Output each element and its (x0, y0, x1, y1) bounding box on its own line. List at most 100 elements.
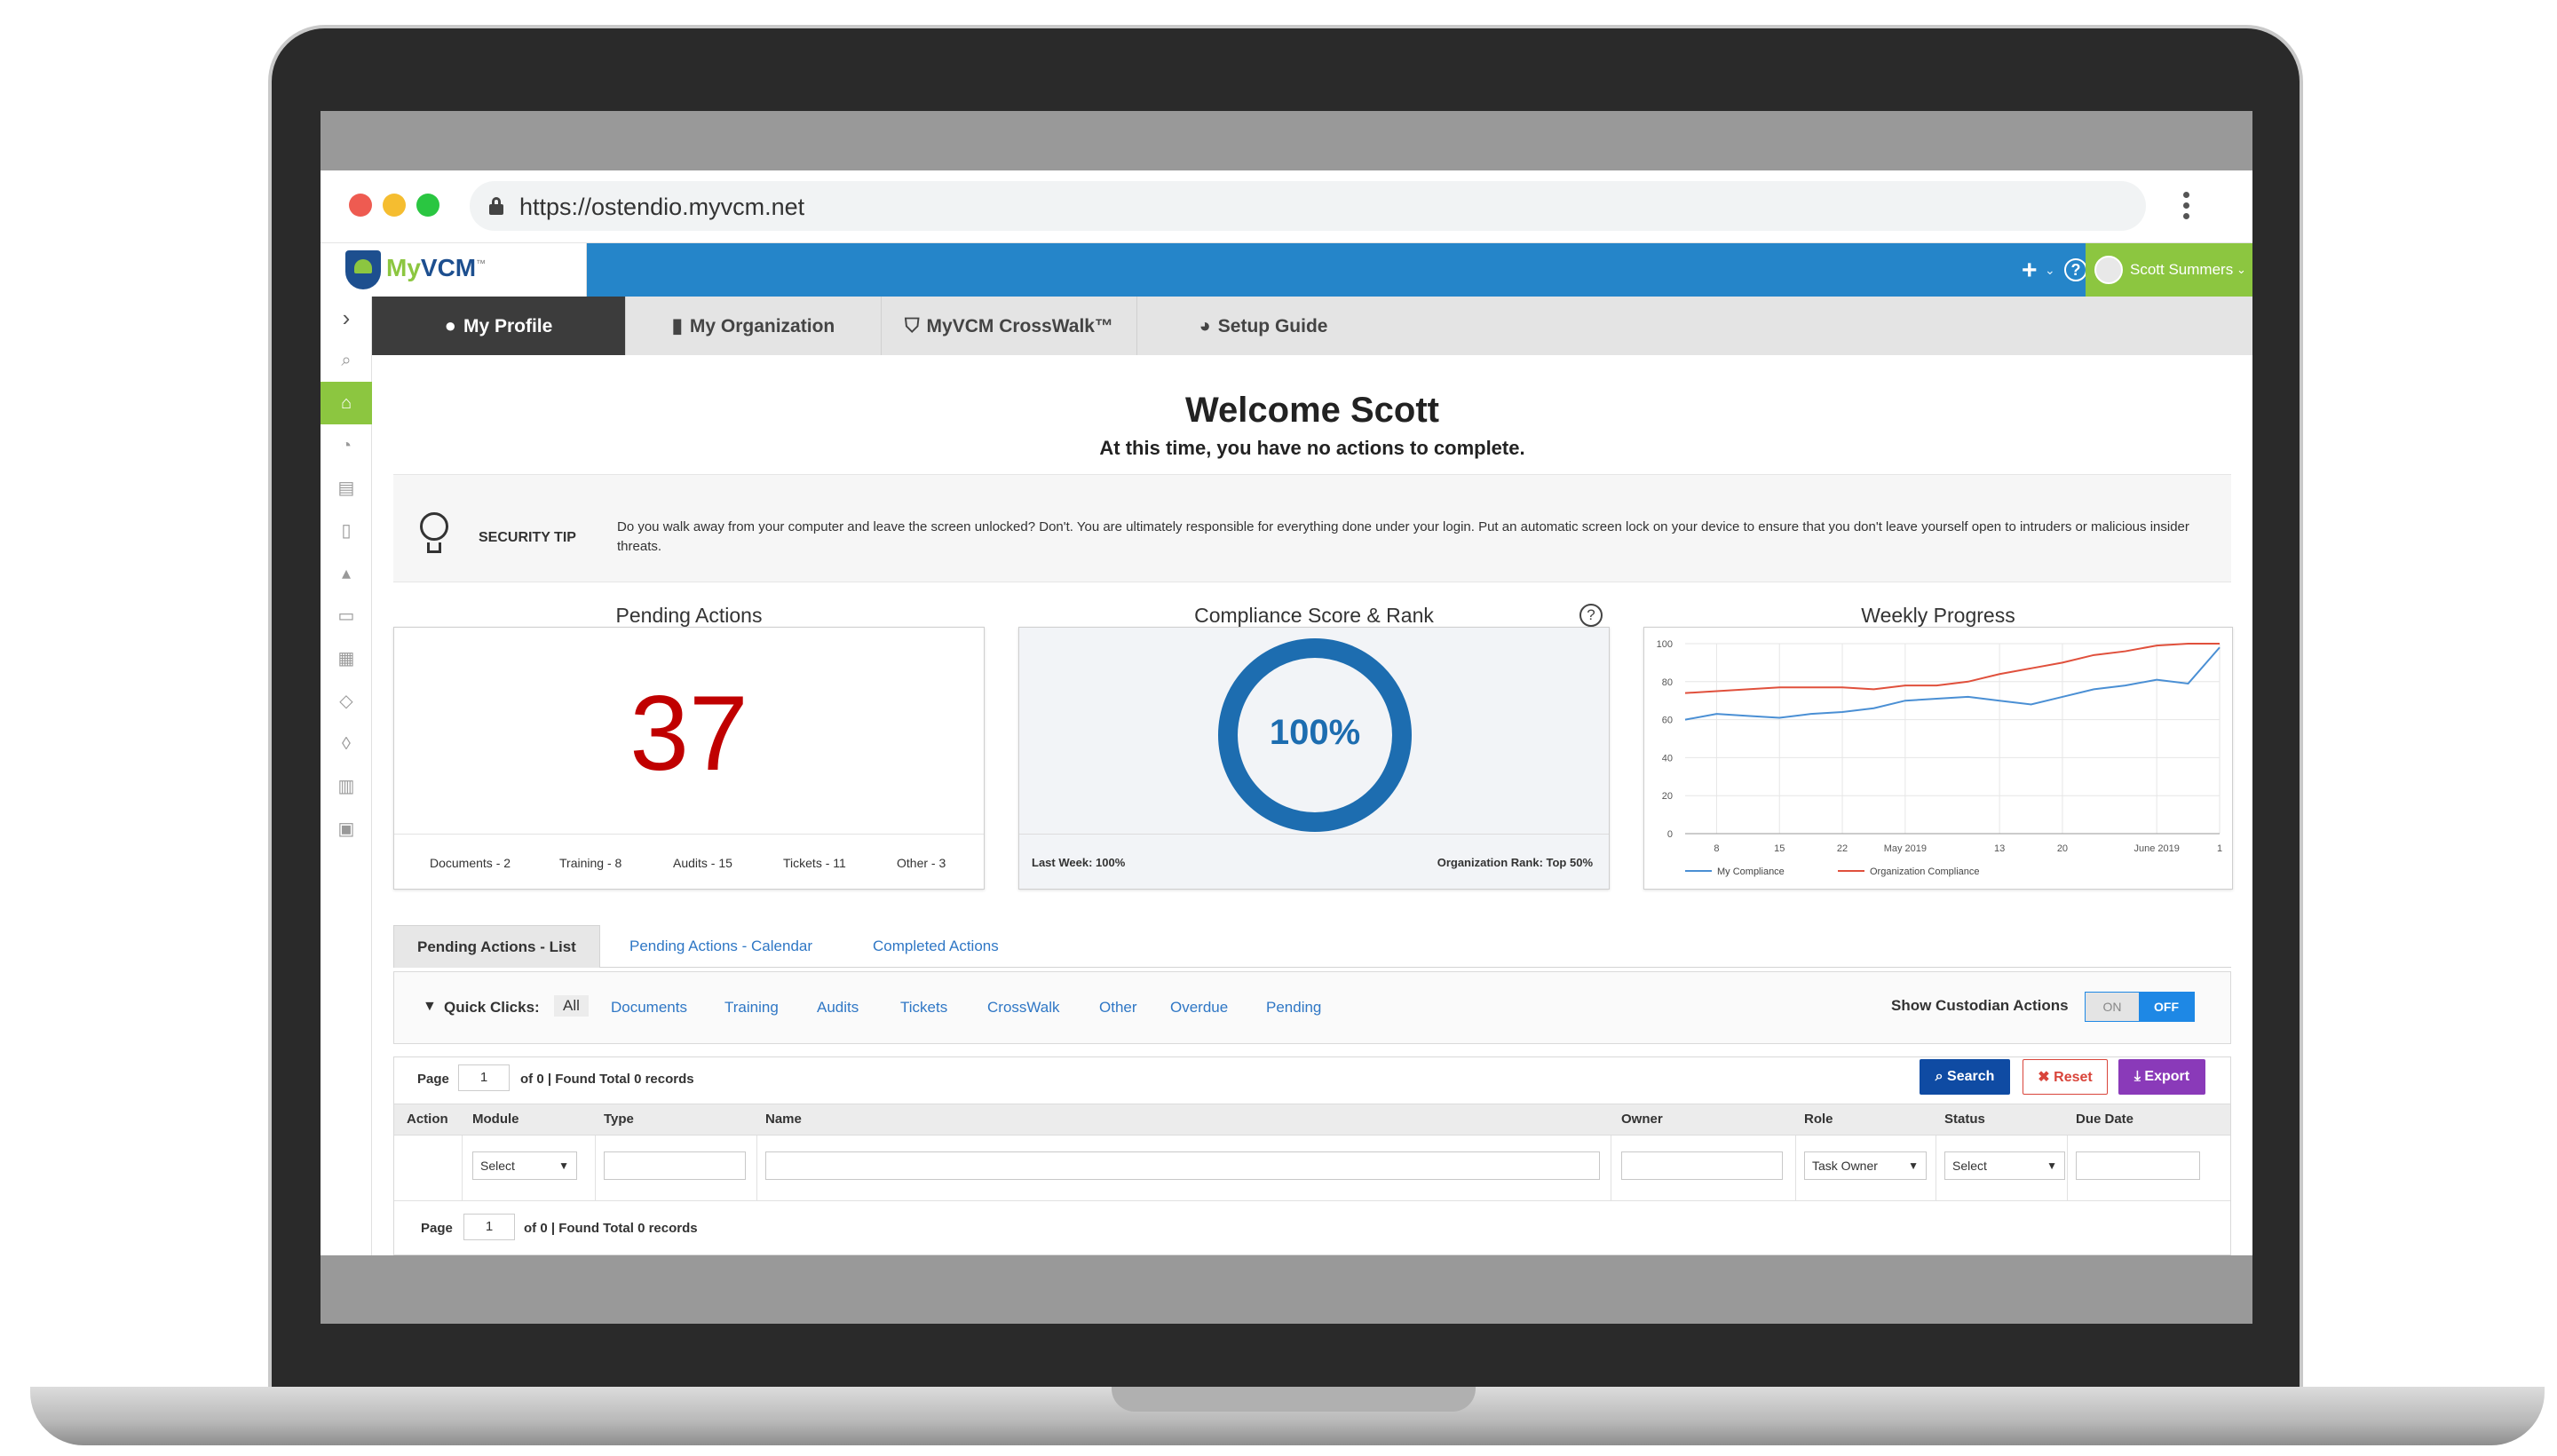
owner-filter-input[interactable] (1621, 1151, 1783, 1180)
quick-click-training[interactable]: Training (724, 999, 779, 1017)
column-divider (1795, 1136, 1796, 1201)
y-tick-label: 40 (1662, 753, 1673, 764)
tag-icon[interactable]: ◊ (321, 723, 372, 765)
user-menu[interactable]: Scott Summers ⌄ (2086, 243, 2252, 297)
custodian-label: Show Custodian Actions (1891, 997, 2069, 1014)
layers-icon[interactable]: ◇ (321, 680, 372, 723)
search-icon[interactable]: ⌕ (321, 339, 372, 382)
quick-click-audits[interactable]: Audits (817, 999, 859, 1017)
column-status[interactable]: Status (1944, 1112, 1985, 1127)
quick-click-all[interactable]: All (554, 995, 589, 1017)
toggle-on[interactable]: ON (2086, 993, 2139, 1021)
x-tick-label: 8 (1714, 843, 1719, 854)
quick-click-overdue[interactable]: Overdue (1170, 999, 1228, 1017)
last-week-score: Last Week: 100% (1032, 856, 1126, 869)
module-select[interactable]: Select ▼ (472, 1151, 577, 1180)
help-icon[interactable]: ? (1579, 604, 1603, 627)
security-tip-text: Do you walk away from your computer and … (617, 519, 2189, 554)
export-button[interactable]: ⤓ Export (2118, 1059, 2205, 1095)
gauge-icon[interactable]: ◔ (321, 424, 372, 467)
role-select[interactable]: Task Owner ▼ (1804, 1151, 1927, 1180)
chevron-down-icon: ⌄ (2045, 263, 2055, 277)
tab-setup-guide[interactable]: ◕ Setup Guide (1137, 297, 1389, 355)
main-tabs: ● My Profile ▮ My Organization ⛉ MyVCM Cros… (372, 297, 2252, 366)
folder-icon[interactable]: ▭ (321, 595, 372, 637)
quick-click-other[interactable]: Other (1099, 999, 1137, 1017)
browser-menu-icon[interactable] (2183, 192, 2190, 224)
dropdown-arrow-icon: ▼ (2046, 1159, 2057, 1172)
home-icon[interactable]: ⌂ (321, 382, 372, 424)
lightbulb-icon (411, 509, 457, 557)
column-role[interactable]: Role (1804, 1112, 1833, 1127)
pending-training[interactable]: Training - 8 (559, 856, 621, 870)
building-icon: ▮ (671, 314, 683, 336)
page-label: Page (417, 1072, 449, 1087)
quick-click-pending[interactable]: Pending (1266, 999, 1321, 1017)
logo-text: MyVCM™ (386, 254, 487, 281)
url-text[interactable]: https://ostendio.myvcm.net (519, 194, 804, 221)
x-tick-label: 20 (2057, 843, 2068, 854)
tab-my-organization[interactable]: ▮ My Organization (626, 297, 882, 355)
maximize-window-button[interactable] (416, 194, 439, 217)
expand-sidebar-icon[interactable]: › (321, 297, 372, 339)
add-icon[interactable]: + (2022, 256, 2038, 286)
column-name[interactable]: Name (765, 1112, 802, 1127)
dropdown-arrow-icon: ▼ (558, 1159, 569, 1172)
column-action[interactable]: Action (407, 1112, 448, 1127)
filter-row: Select ▼ Task Owner ▼ Select ▼ (394, 1136, 2230, 1201)
search-button[interactable]: ⌕ Search (1920, 1059, 2010, 1095)
y-tick-label: 60 (1662, 716, 1673, 726)
security-tip-label: SECURITY TIP (479, 530, 576, 545)
pending-documents[interactable]: Documents - 2 (430, 856, 511, 870)
address-bar[interactable]: https://ostendio.myvcm.net (470, 181, 2146, 231)
document-icon[interactable]: ▯ (321, 510, 372, 552)
due-date-filter-input[interactable] (2076, 1151, 2200, 1180)
table-header: Action Module Type Name Owner Role Statu… (394, 1104, 2230, 1136)
page-input[interactable]: 1 (463, 1214, 515, 1240)
column-owner[interactable]: Owner (1621, 1112, 1663, 1127)
quick-click-crosswalk[interactable]: CrossWalk (987, 999, 1060, 1017)
pending-actions-count[interactable]: 37 (394, 672, 984, 795)
toggle-off[interactable]: OFF (2139, 993, 2194, 1021)
quick-clicks-label: Quick Clicks: (444, 999, 540, 1016)
pending-actions-title: Pending Actions (615, 604, 763, 627)
pending-audits[interactable]: Audits - 15 (673, 856, 732, 870)
gift-icon[interactable]: ▣ (321, 808, 372, 851)
dropdown-arrow-icon: ▼ (1908, 1159, 1919, 1172)
column-due-date[interactable]: Due Date (2076, 1112, 2133, 1127)
status-select[interactable]: Select ▼ (1944, 1151, 2065, 1180)
custodian-toggle[interactable]: ON OFF (2085, 992, 2195, 1022)
pending-other[interactable]: Other - 3 (897, 856, 946, 870)
filter-icon: ▼ (423, 999, 437, 1014)
browser-toolbar: https://ostendio.myvcm.net (321, 170, 2252, 243)
bar-chart-icon[interactable]: ▥ (321, 765, 372, 808)
tab-crosswalk[interactable]: ⛉ MyVCM CrossWalk™ (882, 297, 1137, 355)
name-filter-input[interactable] (765, 1151, 1600, 1180)
tab-my-profile[interactable]: ● My Profile (372, 297, 626, 355)
book-icon[interactable]: ▤ (321, 467, 372, 510)
close-window-button[interactable] (349, 194, 372, 217)
minimize-window-button[interactable] (383, 194, 406, 217)
organization-rank: Organization Rank: Top 50% (1437, 856, 1593, 869)
tab-pending-list[interactable]: Pending Actions - List (393, 925, 600, 968)
compliance-title: Compliance Score & Rank (1194, 604, 1434, 627)
weekly-progress-panel: 0 20 40 60 80 100 8 15 22 May 2019 13 20 June 2019 1 M… (1643, 627, 2233, 890)
help-icon[interactable]: ? (2064, 258, 2087, 281)
reset-button[interactable]: ✖ Reset (2023, 1059, 2108, 1095)
tab-completed-actions[interactable]: Completed Actions (850, 925, 1022, 968)
page-input[interactable]: 1 (458, 1064, 510, 1091)
quick-click-documents[interactable]: Documents (611, 999, 687, 1017)
column-divider (2067, 1136, 2068, 1201)
app-logo[interactable]: MyVCM™ (321, 243, 587, 297)
pending-tickets[interactable]: Tickets - 11 (783, 856, 846, 870)
left-sidebar: › ⌕ ⌂ ◔ ▤ ▯ ▴ ▭ ▦ ◇ ◊ ▥ ▣ (321, 297, 372, 1255)
records-summary: of 0 | Found Total 0 records (524, 1221, 698, 1236)
quick-click-tickets[interactable]: Tickets (900, 999, 947, 1017)
tab-pending-calendar[interactable]: Pending Actions - Calendar (606, 925, 835, 968)
grid-icon[interactable]: ▦ (321, 637, 372, 680)
type-filter-input[interactable] (604, 1151, 746, 1180)
x-tick-label: 22 (1837, 843, 1848, 854)
graduation-cap-icon[interactable]: ▴ (321, 552, 372, 595)
column-module[interactable]: Module (472, 1112, 519, 1127)
column-type[interactable]: Type (604, 1112, 634, 1127)
